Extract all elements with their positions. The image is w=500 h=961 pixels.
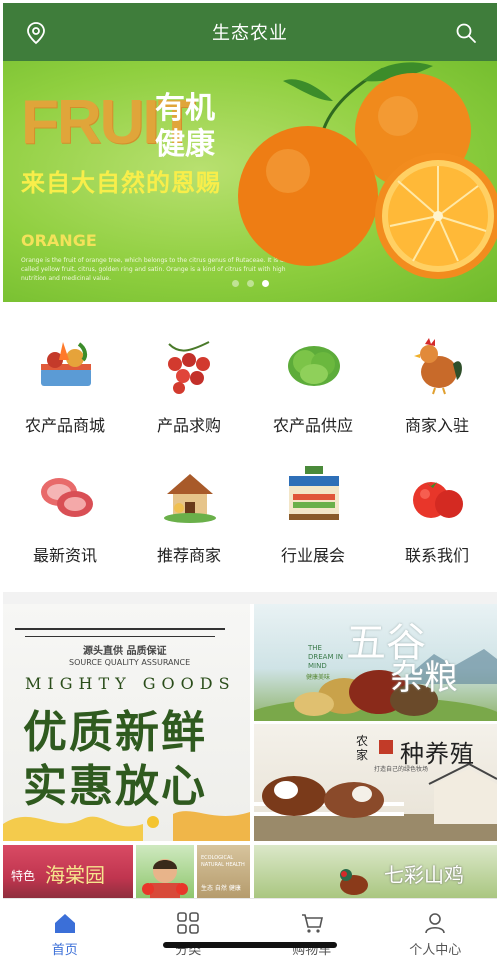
category-item[interactable]: 行业展会 xyxy=(251,442,375,572)
category-item[interactable]: 最新资讯 xyxy=(3,442,127,572)
haitang-tag: 特色 xyxy=(11,869,36,883)
haitang-title: 海棠园 xyxy=(45,863,105,887)
category-label: 推荐商家 xyxy=(156,546,221,565)
banner-health-line1: 有机 xyxy=(155,91,215,126)
vegetable-basket-icon xyxy=(41,342,91,386)
promo-haitang-card[interactable]: 特色 海棠园 xyxy=(3,845,133,900)
tab-home[interactable]: 首页 xyxy=(3,899,127,961)
banner-carousel[interactable]: FRUIT 有机 健康 来自大自然的恩赐 ORANGE Orange is th… xyxy=(3,61,497,302)
banner-health: 有机 健康 xyxy=(155,91,235,163)
category-label: 商家入驻 xyxy=(404,416,469,435)
oranges-image xyxy=(238,62,497,279)
tab-cart[interactable]: 购物车 xyxy=(250,899,374,961)
rooster-icon xyxy=(414,338,462,395)
breeding-caption: 打造自己的绿色牧场 xyxy=(374,766,429,773)
carousel-dot[interactable] xyxy=(247,280,254,287)
category-item[interactable]: 推荐商家 xyxy=(127,442,251,572)
carousel-dots[interactable] xyxy=(232,280,269,287)
home-icon xyxy=(54,914,75,933)
child-image xyxy=(142,859,188,900)
page-title: 生态农业 xyxy=(212,23,288,44)
user-icon xyxy=(425,913,446,934)
grain-title2: 杂粮 xyxy=(390,658,458,698)
cherries-icon xyxy=(168,341,210,394)
tab-label: 首页 xyxy=(51,943,78,958)
promo-source-en: SOURCE QUALITY ASSURANCE xyxy=(69,658,191,667)
category-label: 农产品供应 xyxy=(272,416,353,435)
cart-icon xyxy=(301,914,323,933)
grain-dream: THE DREAM IN MIND xyxy=(308,644,344,670)
banner-health-line2: 健康 xyxy=(155,127,215,162)
section-divider xyxy=(3,592,497,604)
promo-breeding-card[interactable]: 农家 种养殖 打造自己的绿色牧场 xyxy=(254,724,497,841)
top-header: 生态农业 xyxy=(3,3,497,61)
banner-slogan: 来自大自然的恩赐 xyxy=(21,169,221,197)
promo-section: 源头直供 品质保证 SOURCE QUALITY ASSURANCE MIGHT… xyxy=(3,604,497,900)
frame-line xyxy=(25,636,215,637)
breeding-farmer: 农家 xyxy=(356,734,369,762)
tab-category[interactable]: 分类 xyxy=(127,899,251,961)
category-item[interactable]: 联系我们 xyxy=(375,442,499,572)
category-item[interactable]: 商家入驻 xyxy=(375,312,499,442)
category-label: 行业展会 xyxy=(280,546,345,565)
grain-caption: 健康美味 xyxy=(306,674,331,681)
category-label: 产品求购 xyxy=(156,416,221,435)
category-label: 联系我们 xyxy=(404,546,469,565)
tab-profile[interactable]: 个人中心 xyxy=(374,899,498,961)
ecological-cn: 生态 自然 健康 xyxy=(201,885,241,892)
category-item[interactable]: 产品求购 xyxy=(127,312,251,442)
category-label: 农产品商城 xyxy=(24,416,105,435)
ecological-en: ECOLOGICAL NATURAL HEALTH xyxy=(201,855,245,868)
splash-decoration xyxy=(3,811,250,841)
lettuce-icon xyxy=(288,346,340,386)
farm-stall-icon xyxy=(289,466,339,520)
promo-source-cn: 源头直供 品质保证 xyxy=(83,646,167,657)
category-grid: 农产品商城 产品求购 农产品供应 商家入驻 最新资讯 推荐商家 行业展会 联系我… xyxy=(3,312,497,592)
location-icon[interactable] xyxy=(25,21,47,45)
promo-quality-card[interactable]: 源头直供 品质保证 SOURCE QUALITY ASSURANCE MIGHT… xyxy=(3,604,250,841)
pheasant-title: 七彩山鸡 xyxy=(384,863,464,887)
farmhouse-icon xyxy=(164,474,216,523)
promo-pheasant-card[interactable]: 七彩山鸡 xyxy=(254,845,497,900)
carousel-dot-active[interactable] xyxy=(262,280,269,287)
category-label: 最新资讯 xyxy=(32,546,97,565)
home-indicator xyxy=(163,942,337,948)
meat-icon xyxy=(41,478,93,517)
category-item[interactable]: 农产品商城 xyxy=(3,312,127,442)
category-item[interactable]: 农产品供应 xyxy=(251,312,375,442)
red-seal xyxy=(379,740,393,754)
frame-line xyxy=(15,628,225,630)
promo-mighty: MIGHTY GOODS xyxy=(25,674,236,693)
bottom-tab-bar: 首页 分类 购物车 个人中心 xyxy=(3,898,497,961)
search-icon[interactable] xyxy=(455,22,477,44)
grid-icon xyxy=(177,912,200,934)
tomato-icon xyxy=(413,482,463,518)
tab-label: 个人中心 xyxy=(409,943,462,958)
promo-ecological-card[interactable]: ECOLOGICAL NATURAL HEALTH 生态 自然 健康 xyxy=(197,845,250,900)
promo-child-card[interactable] xyxy=(136,845,194,900)
banner-orange-label: ORANGE xyxy=(21,231,97,250)
promo-grain-card[interactable]: 五谷 杂粮 THE DREAM IN MIND 健康美味 xyxy=(254,604,497,721)
carousel-dot[interactable] xyxy=(232,280,239,287)
